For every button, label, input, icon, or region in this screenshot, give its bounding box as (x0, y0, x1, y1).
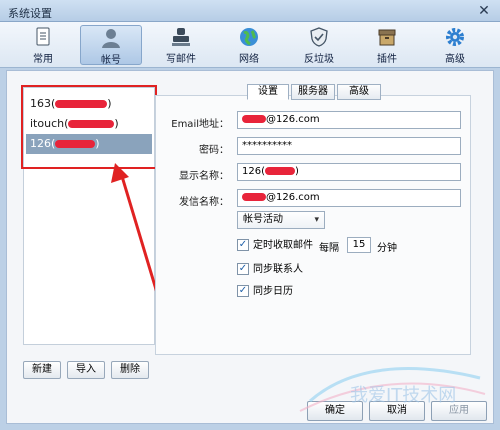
sync-calendar-label: 同步日历 (253, 286, 293, 297)
auto-fetch-checkbox[interactable]: ✓ (237, 239, 249, 251)
interval-every-label: 每隔 (319, 243, 339, 254)
tab-server[interactable]: 服务器 (291, 84, 335, 100)
stamp-icon (150, 26, 212, 48)
account-status-select[interactable]: 帐号活动 ▾ (237, 211, 325, 229)
password-field[interactable]: ********** (237, 137, 461, 155)
display-name-value: 126( (242, 166, 265, 177)
email-label: Email地址： (171, 119, 229, 130)
account-status-value: 帐号活动 (243, 214, 283, 225)
toolbar-label: 反垃圾 (304, 54, 334, 65)
redaction-mark (242, 115, 266, 123)
ok-button[interactable]: 确定 (307, 401, 363, 421)
close-icon[interactable]: ✕ (476, 3, 492, 19)
sync-calendar-checkbox[interactable]: ✓ (237, 285, 249, 297)
auto-fetch-label: 定时收取邮件 (253, 240, 313, 251)
toolbar-button-compose[interactable]: 写邮件 (150, 25, 212, 65)
cancel-button[interactable]: 取消 (369, 401, 425, 421)
toolbar-button-network[interactable]: 网络 (218, 25, 280, 65)
toolbar-label: 帐号 (101, 55, 121, 66)
account-list-item[interactable]: itouch() (26, 114, 152, 134)
toolbar-label: 网络 (239, 54, 259, 65)
doc-icon (12, 26, 74, 48)
toolbar-button-antispam[interactable]: 反垃圾 (288, 25, 350, 65)
account-label: 163( (30, 97, 56, 110)
shield-icon (288, 26, 350, 48)
interval-input[interactable]: 15 (347, 237, 371, 253)
toolbar-label: 插件 (377, 54, 397, 65)
gear-icon (424, 26, 486, 48)
account-list-item-selected[interactable]: 126() (26, 134, 152, 154)
toolbar-label: 常用 (33, 54, 53, 65)
settings-toolbar: 常用 帐号 写邮件 网络 反垃圾 插件 高级 (0, 22, 500, 68)
globe-icon (218, 26, 280, 48)
display-name-label: 显示名称： (179, 171, 229, 182)
redaction-mark (55, 140, 96, 148)
toolbar-label: 高级 (445, 54, 465, 65)
display-name-field[interactable]: 126() (237, 163, 461, 181)
sync-calendar-checkbox-row[interactable]: ✓ 同步日历 (237, 285, 337, 299)
window-title: 系统设置 (8, 7, 52, 20)
user-icon (81, 27, 141, 49)
sync-contacts-checkbox-row[interactable]: ✓ 同步联系人 (237, 263, 337, 277)
email-field[interactable]: @126.com (237, 111, 461, 129)
toolbar-button-account[interactable]: 帐号 (80, 25, 142, 66)
account-label: 126( (30, 137, 56, 150)
redaction-mark (242, 193, 266, 201)
tab-advanced[interactable]: 高级 (337, 84, 381, 100)
toolbar-label: 写邮件 (166, 54, 196, 65)
sync-contacts-checkbox[interactable]: ✓ (237, 263, 249, 275)
sender-name-label: 发信名称： (179, 197, 229, 208)
redaction-mark (265, 167, 295, 175)
sender-name-field[interactable]: @126.com (237, 189, 461, 207)
title-bar: 系统设置 ✕ (0, 0, 500, 22)
toolbar-button-advanced[interactable]: 高级 (424, 25, 486, 65)
redaction-mark (55, 100, 108, 108)
apply-button[interactable]: 应用 (431, 401, 487, 421)
redaction-mark (68, 120, 115, 128)
delete-account-button[interactable]: 删除 (111, 361, 149, 379)
new-account-button[interactable]: 新建 (23, 361, 61, 379)
toolbar-button-plugins[interactable]: 插件 (356, 25, 418, 65)
email-value: @126.com (266, 114, 320, 125)
sync-contacts-label: 同步联系人 (253, 264, 303, 275)
account-list-item[interactable]: 163() (26, 94, 152, 114)
tab-settings[interactable]: 设置 (247, 84, 289, 100)
account-settings-panel: 163() itouch() 126() 新建 导入 删除 设置 服务器 高级 … (6, 70, 494, 424)
box-icon (356, 26, 418, 48)
chevron-down-icon: ▾ (314, 215, 319, 225)
import-account-button[interactable]: 导入 (67, 361, 105, 379)
toolbar-button-general[interactable]: 常用 (12, 25, 74, 65)
sender-name-value: @126.com (266, 192, 320, 203)
password-label: 密码： (199, 145, 229, 156)
interval-minutes-label: 分钟 (377, 243, 397, 254)
account-label: itouch( (30, 117, 69, 130)
